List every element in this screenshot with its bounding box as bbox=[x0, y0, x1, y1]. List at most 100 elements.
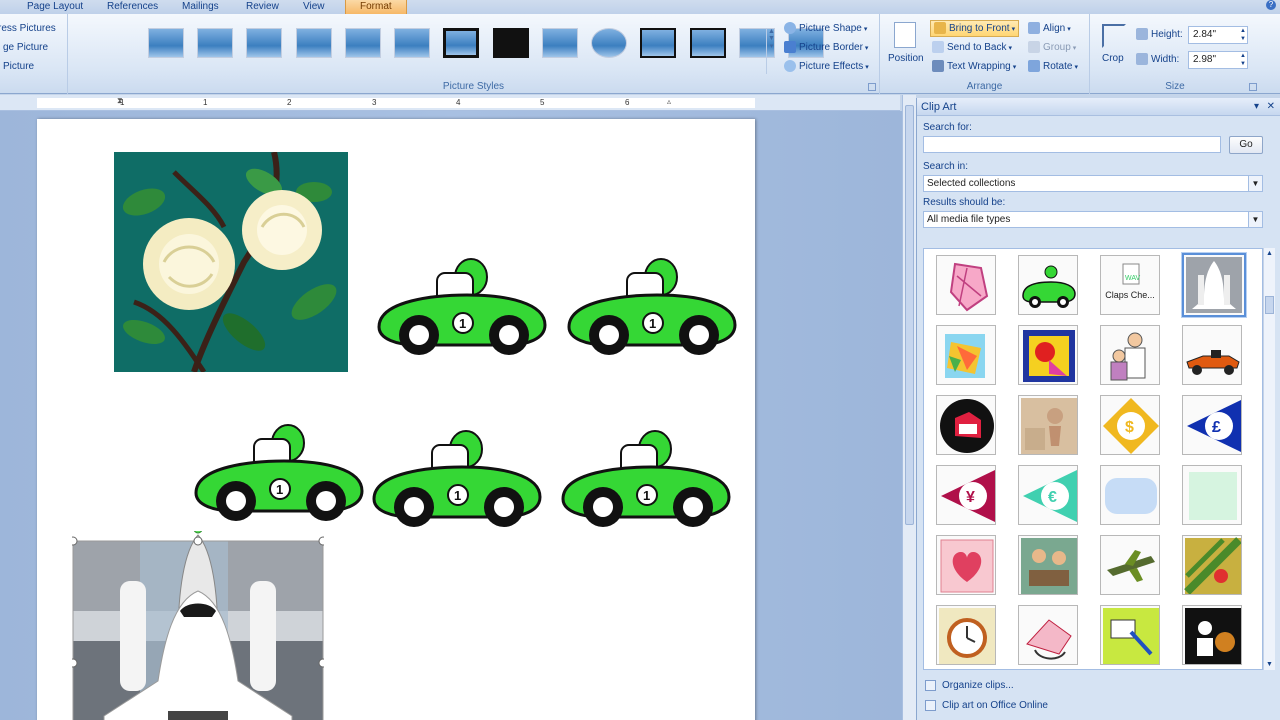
race-car-image[interactable]: 1 bbox=[377, 255, 547, 363]
right-indent-marker-icon[interactable]: ▵ bbox=[667, 97, 671, 106]
results-scrollbar[interactable]: ▲ ▼ bbox=[1263, 248, 1275, 670]
clip-thumbnail[interactable]: ¥ bbox=[936, 465, 996, 525]
position-button[interactable]: Position bbox=[888, 51, 924, 67]
indent-marker-icon[interactable]: ⧗ bbox=[117, 96, 123, 106]
position-icon[interactable] bbox=[894, 22, 916, 48]
media-type-select[interactable]: All media file types ▼ bbox=[923, 211, 1263, 228]
clip-art-online-link[interactable]: Clip art on Office Online bbox=[925, 700, 1048, 711]
clip-thumbnail[interactable] bbox=[1182, 325, 1242, 385]
size-dialog-launcher[interactable] bbox=[1249, 83, 1257, 91]
go-button[interactable]: Go bbox=[1229, 136, 1263, 154]
tab-references[interactable]: References bbox=[107, 0, 158, 14]
clip-thumbnail[interactable] bbox=[936, 535, 996, 595]
send-to-back-button[interactable]: Send to Back ▾ bbox=[932, 40, 1012, 56]
group-button[interactable]: Group ▾ bbox=[1028, 40, 1076, 56]
height-spinner-icon[interactable]: ▲ ▼ bbox=[1240, 27, 1246, 43]
claps-caption: Claps Che... bbox=[1105, 290, 1155, 300]
clip-thumbnail[interactable] bbox=[1100, 325, 1160, 385]
clip-thumbnail[interactable] bbox=[1100, 605, 1160, 665]
bring-to-front-button[interactable]: Bring to Front ▾ bbox=[930, 20, 1020, 37]
change-picture-button[interactable]: ge Picture bbox=[3, 40, 48, 56]
picture-border-button[interactable]: Picture Border ▾ bbox=[784, 40, 868, 56]
clip-thumbnail[interactable]: € bbox=[1018, 465, 1078, 525]
close-icon[interactable]: ✕ bbox=[1267, 98, 1275, 116]
crop-button[interactable]: Crop bbox=[1102, 51, 1124, 67]
clip-thumbnail[interactable] bbox=[1018, 325, 1078, 385]
tab-review[interactable]: Review bbox=[246, 0, 279, 14]
clip-thumbnail[interactable] bbox=[1018, 535, 1078, 595]
race-car-image[interactable]: 1 bbox=[194, 421, 364, 529]
clip-thumbnail[interactable] bbox=[1182, 465, 1242, 525]
clip-thumbnail[interactable] bbox=[936, 255, 996, 315]
align-button[interactable]: Align ▾ bbox=[1028, 21, 1071, 37]
help-icon[interactable]: ? bbox=[1266, 0, 1276, 10]
text-wrapping-button[interactable]: Text Wrapping ▾ bbox=[932, 59, 1016, 75]
space-shuttle-image[interactable] bbox=[72, 531, 324, 720]
media-type-value: All media file types bbox=[927, 214, 1011, 225]
tab-page-layout[interactable]: Page Layout bbox=[27, 0, 83, 14]
tab-mailings[interactable]: Mailings bbox=[182, 0, 219, 14]
picture-style-thumb[interactable] bbox=[542, 28, 578, 58]
clip-thumbnail[interactable]: $ bbox=[1100, 395, 1160, 455]
svg-text:€: € bbox=[1048, 489, 1057, 506]
picture-effects-button[interactable]: Picture Effects ▾ bbox=[784, 59, 869, 75]
tab-view[interactable]: View bbox=[303, 0, 325, 14]
compress-pictures-button[interactable]: ress Pictures bbox=[0, 21, 56, 37]
race-car-image[interactable]: 1 bbox=[561, 427, 731, 535]
picture-style-thumb[interactable] bbox=[690, 28, 726, 58]
race-car-image[interactable]: 1 bbox=[567, 255, 737, 363]
clip-thumbnail[interactable]: £ bbox=[1182, 395, 1242, 455]
crop-icon[interactable] bbox=[1102, 24, 1126, 48]
picture-style-thumb[interactable] bbox=[493, 28, 529, 58]
picture-style-thumb[interactable] bbox=[197, 28, 233, 58]
picture-style-thumb[interactable] bbox=[443, 28, 479, 58]
picture-styles-dialog-launcher[interactable] bbox=[868, 83, 876, 91]
scroll-down-icon[interactable]: ▼ bbox=[1266, 661, 1273, 668]
clip-thumbnail[interactable] bbox=[936, 325, 996, 385]
picture-style-thumb[interactable] bbox=[394, 28, 430, 58]
clip-art-online-label: Clip art on Office Online bbox=[942, 700, 1048, 712]
clip-thumbnail[interactable] bbox=[1018, 605, 1078, 665]
svg-text:¥: ¥ bbox=[966, 489, 975, 506]
pane-options-icon[interactable]: ▾ bbox=[1254, 98, 1259, 116]
picture-shape-button[interactable]: Picture Shape ▾ bbox=[784, 21, 867, 37]
ribbon-tab-bar: Page Layout References Mailings Review V… bbox=[0, 0, 1280, 14]
clip-thumbnail[interactable] bbox=[1100, 465, 1160, 525]
picture-style-thumb[interactable] bbox=[246, 28, 282, 58]
arrange-group: Position Bring to Front ▾ Send to Back ▾ T… bbox=[880, 14, 1090, 94]
race-car-image[interactable]: 1 bbox=[372, 427, 542, 535]
clip-thumbnail[interactable] bbox=[936, 605, 996, 665]
gallery-more-button[interactable]: ▲ ▼ ▾ bbox=[766, 28, 776, 74]
clip-thumbnail[interactable] bbox=[1018, 255, 1078, 315]
clip-thumbnail[interactable] bbox=[1182, 535, 1242, 595]
picture-style-thumb[interactable] bbox=[640, 28, 676, 58]
document-vertical-scrollbar[interactable] bbox=[902, 95, 916, 720]
picture-style-thumb[interactable] bbox=[296, 28, 332, 58]
height-input[interactable]: 2.84" ▲ ▼ bbox=[1188, 26, 1248, 44]
picture-style-thumb[interactable] bbox=[591, 28, 627, 58]
organize-clips-link[interactable]: Organize clips... bbox=[925, 680, 1014, 691]
picture-effects-label: Picture Effects bbox=[799, 61, 864, 72]
clip-thumbnail[interactable] bbox=[1100, 535, 1160, 595]
width-spinner-icon[interactable]: ▲ ▼ bbox=[1240, 52, 1246, 68]
search-input[interactable] bbox=[923, 136, 1221, 153]
reset-picture-button[interactable]: Picture bbox=[3, 59, 34, 75]
clip-thumbnail-shuttle[interactable] bbox=[1181, 252, 1247, 318]
results-scroll-thumb[interactable] bbox=[1265, 296, 1274, 314]
picture-style-thumb[interactable] bbox=[148, 28, 184, 58]
roses-image[interactable] bbox=[114, 152, 348, 372]
horizontal-ruler[interactable]: 1 1 2 3 4 5 6 ⧗ ▵ bbox=[0, 95, 900, 111]
document-scroll-thumb[interactable] bbox=[905, 105, 914, 525]
document-page[interactable]: 1 1 1 1 1 bbox=[37, 119, 755, 720]
clip-thumbnail[interactable] bbox=[1182, 605, 1242, 665]
picture-style-thumb[interactable] bbox=[345, 28, 381, 58]
search-in-select[interactable]: Selected collections ▼ bbox=[923, 175, 1263, 192]
clip-thumbnail[interactable] bbox=[1018, 395, 1078, 455]
scroll-up-icon[interactable]: ▲ bbox=[1266, 250, 1273, 257]
tab-format[interactable]: Format bbox=[345, 0, 407, 14]
clip-thumbnail-claps[interactable]: WAV Claps Che... bbox=[1100, 255, 1160, 315]
rotate-button[interactable]: Rotate ▾ bbox=[1028, 59, 1078, 75]
globe-icon bbox=[925, 700, 936, 711]
width-input[interactable]: 2.98" ▲ ▼ bbox=[1188, 51, 1248, 69]
clip-thumbnail[interactable] bbox=[936, 395, 996, 455]
